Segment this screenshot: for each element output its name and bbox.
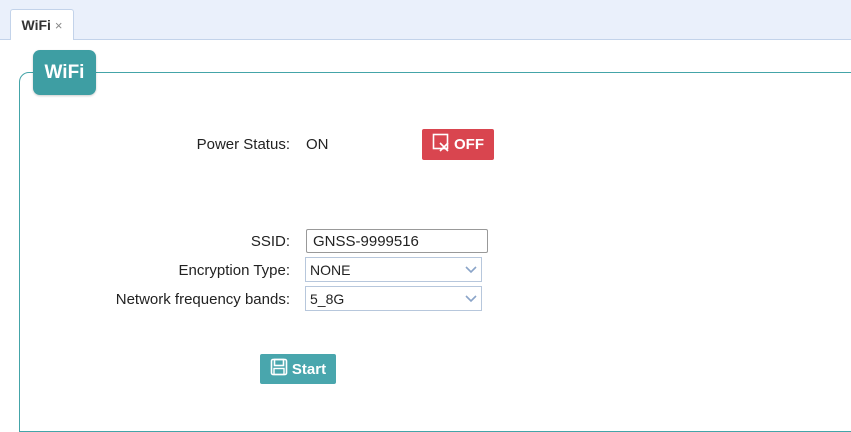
frequency-band-label: Network frequency bands: [115,291,290,308]
tab-close-icon[interactable]: × [55,18,63,33]
encryption-type-select[interactable]: NONE [305,257,482,282]
ssid-field[interactable] [306,229,488,253]
encryption-type-label: Encryption Type: [178,262,290,279]
frequency-band-select[interactable]: 5_8G [305,286,482,311]
chevron-down-icon [461,287,481,310]
chevron-down-icon [461,258,481,281]
ssid-label: SSID: [250,233,290,250]
panel-title: WiFi [33,50,96,95]
power-status-label: Power Status: [196,136,290,153]
encryption-type-value: NONE [310,261,351,278]
power-off-icon [432,133,451,156]
power-off-button[interactable]: OFF [422,129,494,160]
save-icon [270,358,288,380]
power-off-label: OFF [454,136,484,153]
tab-wifi-label: WiFi [21,17,51,33]
start-button[interactable]: Start [260,354,336,384]
power-status-value: ON [306,136,329,153]
tab-wifi[interactable]: WiFi × [10,9,74,40]
start-label: Start [291,360,327,378]
frequency-band-value: 5_8G [310,290,345,307]
tab-bar: WiFi × [0,0,851,40]
